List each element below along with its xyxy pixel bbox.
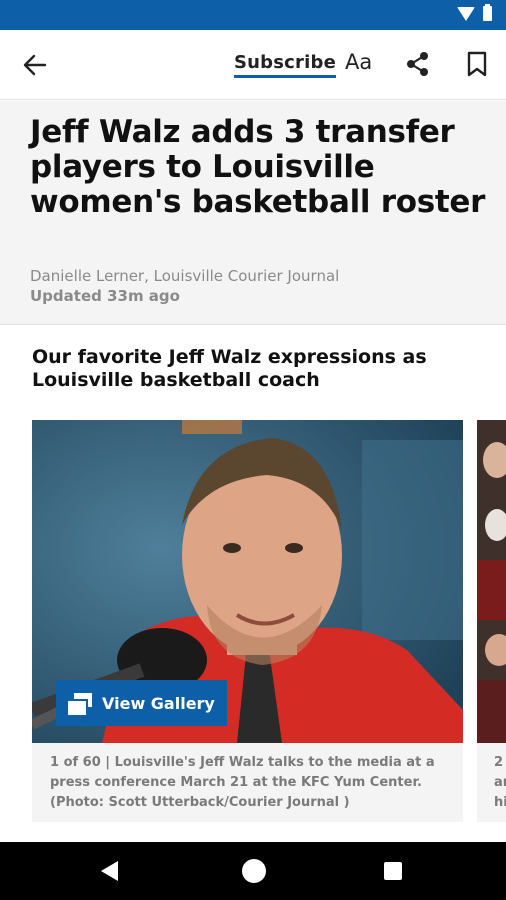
article-updated-time: Updated 33m ago	[30, 287, 180, 305]
photo-caption: 1 of 60 | Louisville's Jeff Walz talks t…	[50, 755, 435, 810]
article-header: Jeff Walz adds 3 transfer players to Lou…	[0, 101, 506, 325]
next-photo-caption: 2 ar hi	[494, 755, 506, 810]
status-bar	[0, 0, 506, 30]
nav-home-icon[interactable]	[242, 859, 266, 883]
gallery-photo[interactable]: View Gallery	[32, 420, 463, 743]
bookmark-icon	[467, 51, 487, 77]
battery-icon	[483, 4, 492, 21]
app-bar: Subscribe Aa	[0, 30, 506, 100]
nav-recents-icon[interactable]	[384, 862, 402, 880]
article-headline: Jeff Walz adds 3 transfer players to Lou…	[30, 114, 486, 220]
back-button[interactable]	[20, 51, 50, 79]
next-gallery-photo[interactable]	[477, 420, 506, 743]
status-icons	[457, 4, 492, 21]
view-gallery-label: View Gallery	[102, 693, 215, 713]
arrow-left-icon	[23, 54, 47, 76]
view-gallery-button[interactable]: View Gallery	[56, 680, 227, 726]
font-size-button[interactable]: Aa	[345, 50, 372, 74]
wifi-icon	[457, 6, 475, 21]
gallery-title: Our favorite Jeff Walz expressions as Lo…	[32, 346, 427, 391]
share-icon	[407, 52, 428, 76]
next-photo-image	[477, 420, 506, 743]
nav-back-icon[interactable]	[101, 861, 118, 881]
article-byline: Danielle Lerner, Louisville Courier Jour…	[30, 267, 340, 285]
bookmark-button[interactable]	[465, 50, 489, 78]
next-photo-caption-box: 2 ar hi	[477, 743, 506, 822]
share-button[interactable]	[404, 50, 432, 78]
subscribe-button[interactable]: Subscribe	[234, 52, 336, 78]
gallery-icon	[68, 693, 92, 715]
photo-caption-box: 1 of 60 | Louisville's Jeff Walz talks t…	[32, 743, 463, 822]
system-nav-bar	[0, 842, 506, 900]
